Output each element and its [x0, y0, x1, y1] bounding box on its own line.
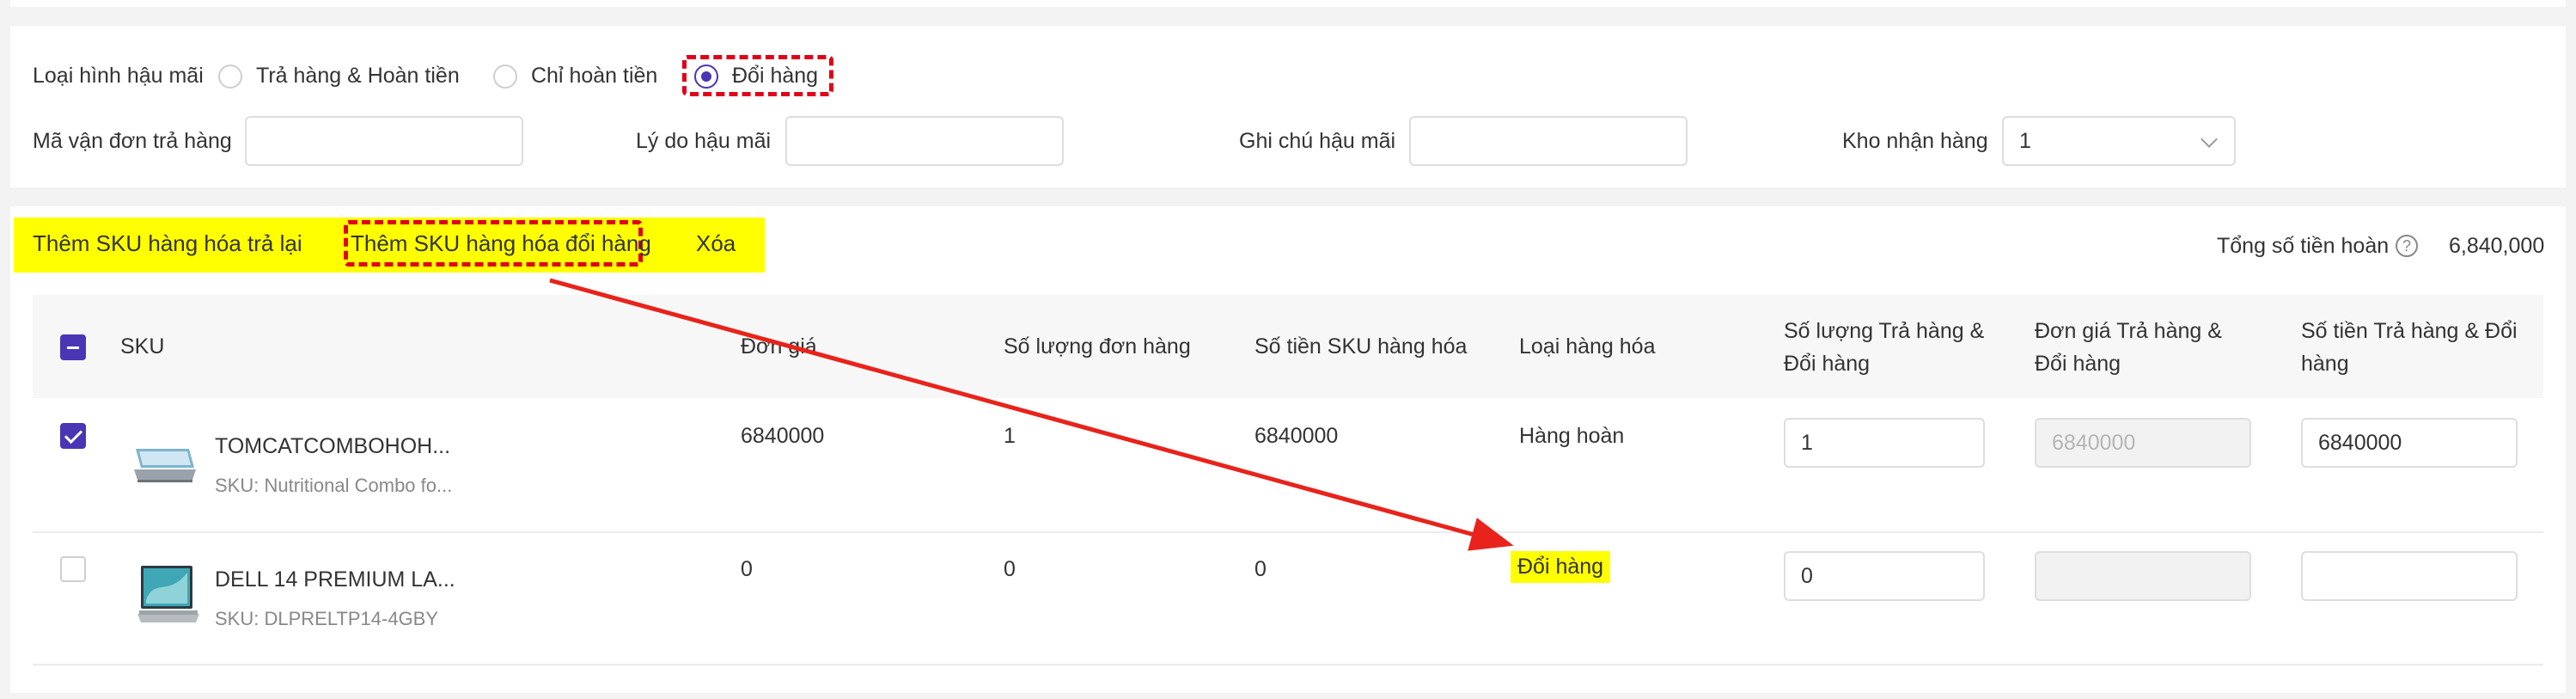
- annotation-arrow: [549, 278, 1514, 551]
